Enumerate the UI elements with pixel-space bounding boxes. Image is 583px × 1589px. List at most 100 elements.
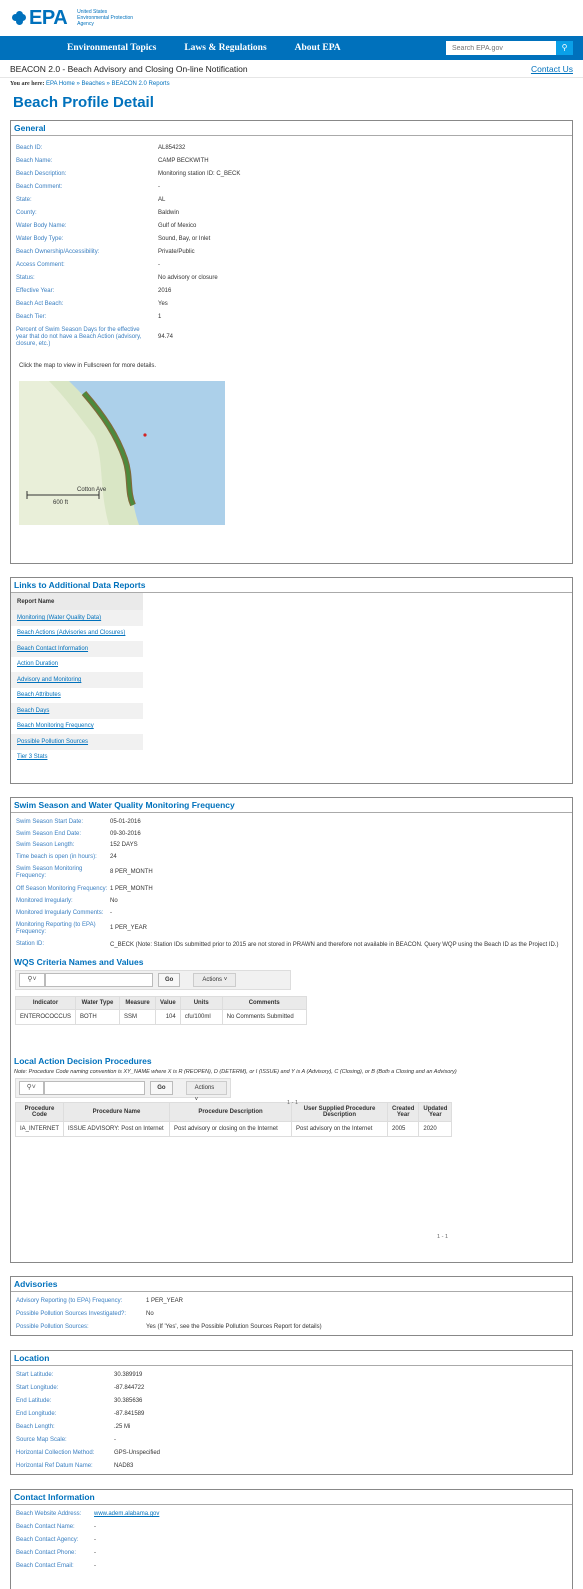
column-header[interactable]: Water Type [75, 996, 121, 1010]
contact-fields: Beach Website Address: www.adem.alabama.g… [11, 1505, 572, 1573]
field-label: Swim Season Monitoring Frequency: [16, 866, 83, 879]
procedures-actions-menu[interactable]: Actions ˅ [185, 1081, 227, 1103]
links-heading: Links to Additional Data Reports [11, 578, 572, 593]
table-cell: cfu/100ml [179, 1009, 223, 1025]
report-link[interactable]: Monitoring (Water Quality Data) [17, 615, 101, 621]
column-header[interactable]: Procedure Description [169, 1102, 293, 1122]
breadcrumb-path[interactable]: EPA Home » Beaches » BEACON 2.0 Reports [46, 81, 170, 87]
procedures-go-button[interactable]: Go [150, 1081, 173, 1095]
nav-laws-regulations[interactable]: Laws & Regulations [184, 43, 266, 53]
column-header[interactable]: Updated Year [418, 1102, 453, 1122]
procedures-toolbar: ⚲˅ Go Actions ˅ [15, 1078, 231, 1103]
field-label: Access Comment: [16, 262, 65, 268]
column-header[interactable]: User Supplied Procedure Description [291, 1102, 389, 1122]
report-link[interactable]: Beach Monitoring Frequency [17, 723, 94, 729]
column-header[interactable]: Comments [221, 996, 307, 1010]
search-icon[interactable]: ⚲˅ [19, 1081, 44, 1095]
contact-section: Contact Information Beach Website Addres… [10, 1489, 573, 1589]
column-header[interactable]: Value [155, 996, 181, 1010]
field-value: NAD83 [114, 1463, 134, 1469]
field-label: Monitoring Reporting (to EPA) Frequency: [16, 922, 96, 935]
table-cell: No Comments Submitted [221, 1009, 307, 1025]
field-value: 1 PER_YEAR [110, 925, 148, 932]
field-value: 05-01-2016 [110, 819, 141, 825]
field-value: 8 PER_MONTH [110, 869, 153, 876]
field-label: County: [16, 210, 37, 216]
search-icon[interactable]: ⚲˅ [19, 973, 45, 987]
procedures-pager: 1 - 1 [437, 1234, 449, 1240]
scale-label: 600 ft [53, 500, 68, 506]
column-header[interactable]: Created Year [387, 1102, 420, 1122]
wqs-pager: 1 - 1 [287, 1100, 299, 1106]
field-value: 09-30-2016 [110, 830, 141, 837]
field-value: AL [158, 197, 166, 203]
column-header[interactable]: Procedure Code [14, 1102, 65, 1122]
general-section: General Beach ID: AL854232 Beach Name: CAM… [10, 120, 573, 564]
report-link[interactable]: Beach Attributes [17, 692, 61, 698]
epa-flower-icon [12, 11, 26, 25]
report-link[interactable]: Advisory and Monitoring [17, 677, 81, 683]
beach-website-link[interactable]: www.adem.alabama.gov [94, 1511, 159, 1517]
field-label: Beach Act Beach: [16, 301, 64, 307]
report-link[interactable]: Beach Actions (Advisories and Closures) [17, 630, 125, 636]
field-label: Swim Season Length: [16, 842, 75, 848]
field-value: 1 [158, 314, 162, 320]
wqs-search-input[interactable] [45, 973, 153, 987]
field-label: Swim Season End Date: [16, 830, 82, 837]
procedures-note: Note: Procedure Code naming convention i… [14, 1069, 457, 1075]
field-value: Private/Public [158, 249, 195, 255]
field-value: -87.844722 [114, 1385, 145, 1391]
column-header[interactable]: Measure [119, 996, 157, 1010]
actions-label: Actions [194, 1085, 215, 1091]
report-link[interactable]: Possible Pollution Sources [17, 739, 88, 745]
advisories-heading: Advisories [11, 1277, 572, 1292]
report-link[interactable]: Beach Contact Information [17, 646, 88, 652]
field-label: End Latitude: [16, 1398, 52, 1404]
table-cell: Post advisory or closing on the Internet [169, 1121, 293, 1137]
main-nav: Environmental Topics Laws & Regulations … [0, 36, 583, 60]
beach-map[interactable]: Cotton Ave 600 ft [19, 381, 225, 525]
contact-us-link[interactable]: Contact Us [531, 64, 573, 74]
nav-about-epa[interactable]: About EPA [295, 43, 341, 53]
search-input[interactable] [446, 41, 556, 55]
field-label: Beach Contact Email: [16, 1563, 74, 1569]
field-label: Beach Contact Phone: [16, 1550, 77, 1556]
search-icon[interactable]: ⚲ [556, 41, 573, 55]
field-label: Horizontal Ref Datum Name: [16, 1463, 93, 1469]
report-link[interactable]: Beach Days [17, 708, 49, 714]
beacon-bar: BEACON 2.0 - Beach Advisory and Closing … [0, 60, 583, 78]
agency-line: Agency [77, 21, 94, 27]
field-value: 2016 [158, 288, 172, 294]
field-value: 152 DAYS [110, 842, 138, 848]
column-header[interactable]: Procedure Name [63, 1102, 171, 1122]
site-search: ⚲ [446, 41, 573, 55]
report-link[interactable]: Tier 3 Stats [17, 754, 47, 760]
links-section: Links to Additional Data Reports Report … [10, 577, 573, 784]
epa-logo[interactable]: EPA [12, 7, 68, 30]
field-value: CAMP BECKWITH [158, 158, 209, 164]
table-cell: 2005 [387, 1121, 420, 1137]
field-value: - [94, 1550, 96, 1556]
field-value: - [114, 1437, 116, 1443]
field-value: Sound, Bay, or Inlet [158, 236, 211, 242]
procedures-search-input[interactable] [43, 1081, 146, 1095]
field-label: Monitored Irregularly Comments: [16, 909, 104, 916]
procedures-heading: Local Action Decision Procedures [14, 1056, 152, 1066]
table-cell: 2020 [418, 1121, 453, 1137]
wqs-heading: WQS Criteria Names and Values [14, 957, 144, 967]
procedures-table: Procedure Code Procedure Name Procedure … [14, 1102, 453, 1137]
field-label: Beach Contact Agency: [16, 1537, 79, 1543]
field-value: No [146, 1311, 154, 1317]
report-link[interactable]: Action Duration [17, 661, 58, 667]
nav-environmental-topics[interactable]: Environmental Topics [67, 43, 156, 53]
beach-marker-icon[interactable] [143, 433, 147, 437]
wqs-actions-menu[interactable]: Actions ˅ [193, 973, 237, 987]
links-table: Report Name Monitoring (Water Quality Da… [11, 593, 143, 765]
field-label: Status: [16, 275, 35, 281]
field-value: Gulf of Mexico [158, 223, 197, 229]
field-label: Beach Tier: [16, 314, 47, 320]
column-header[interactable]: Units [179, 996, 223, 1010]
column-header[interactable]: Indicator [14, 996, 77, 1010]
wqs-go-button[interactable]: Go [158, 973, 181, 987]
field-value: 1 PER_MONTH [110, 885, 153, 892]
